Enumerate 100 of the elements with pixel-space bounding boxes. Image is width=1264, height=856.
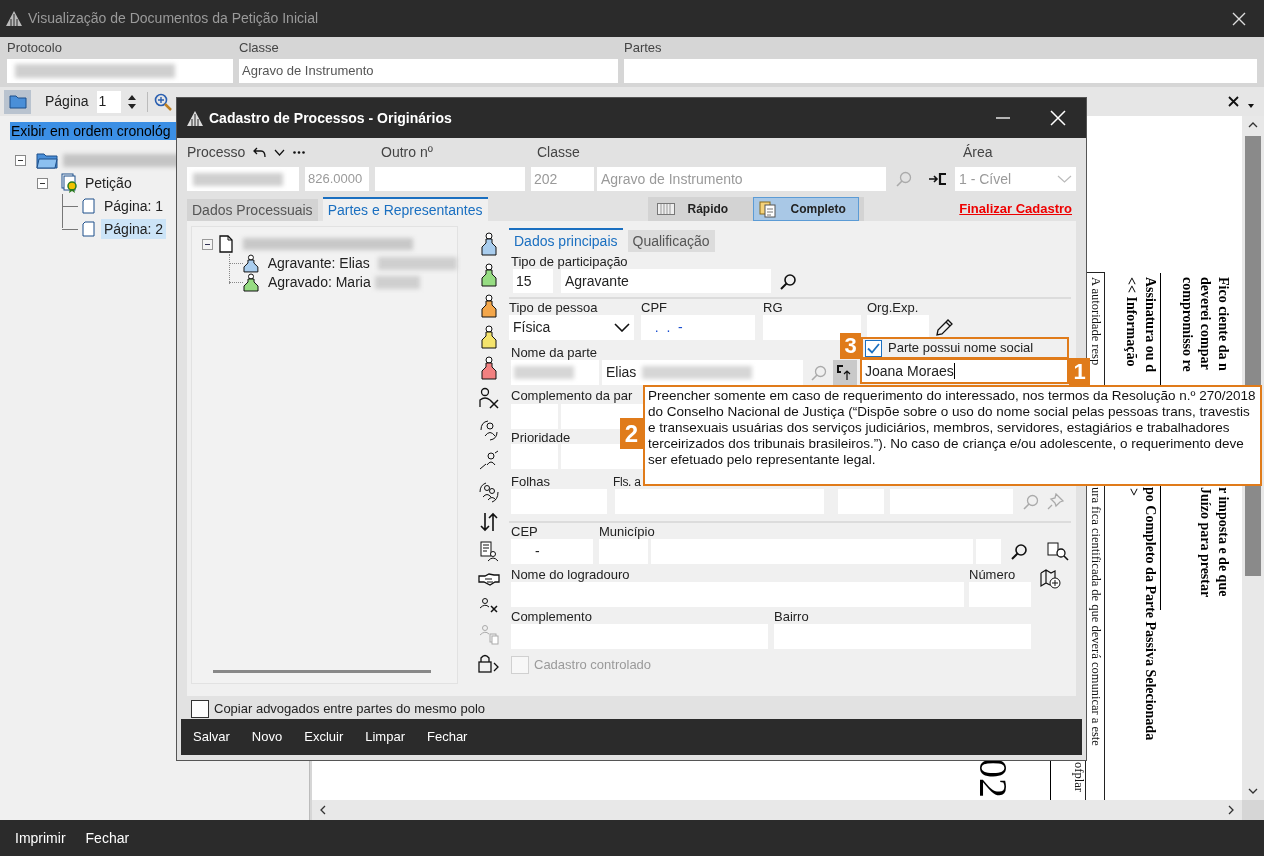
arrow-bracket-icon[interactable] — [929, 173, 947, 185]
scroll-down-icon[interactable] — [1248, 788, 1258, 794]
close-button[interactable]: Fechar — [85, 827, 130, 849]
search-icon[interactable] — [780, 272, 797, 290]
search-icon[interactable] — [1011, 543, 1028, 560]
document-text: ura fica cientificada de que deverá comunicar a este — [1088, 487, 1103, 746]
people-swap-icon[interactable] — [478, 418, 500, 442]
field-label: Município — [599, 522, 655, 541]
person-icon[interactable] — [481, 325, 497, 349]
complete-mode-button[interactable]: Completo — [752, 197, 859, 221]
checkbox-label: Copiar advogados entre partes do mesmo polo — [214, 700, 485, 719]
checkbox[interactable] — [865, 339, 882, 357]
name-code-field[interactable] — [511, 360, 599, 385]
field-label: Complemento da par — [511, 386, 633, 405]
tree-item[interactable]: Agravado: Maria — [268, 272, 371, 293]
bracket-arrow-icon — [837, 364, 853, 381]
scroll-up-icon[interactable] — [1248, 122, 1258, 128]
cpf-field[interactable]: . . - — [641, 315, 755, 340]
person-icon[interactable] — [481, 294, 497, 318]
more-icon[interactable] — [293, 151, 305, 154]
processo-field[interactable] — [187, 167, 299, 191]
participation-field[interactable]: Agravante — [561, 269, 771, 293]
quick-mode-button[interactable]: Rápido — [652, 198, 748, 220]
documents-icon — [758, 200, 777, 218]
document-text: Fico ciente da n — [1215, 277, 1232, 371]
tree-item[interactable]: Petição — [85, 172, 132, 194]
app-logo-icon — [6, 11, 22, 26]
protocolo-field[interactable] — [7, 59, 233, 83]
collapse-icon[interactable] — [15, 154, 26, 166]
subtab[interactable]: Qualificação — [627, 230, 715, 252]
field-label: Tipo de pessoa — [509, 298, 599, 317]
field-label: Org.Exp. — [867, 298, 919, 317]
document-text: A autoridade resp — [1088, 277, 1103, 366]
rg-field[interactable] — [763, 315, 861, 340]
document-search-icon[interactable] — [1047, 541, 1069, 562]
document-person-icon[interactable] — [479, 540, 499, 562]
bracket-arrow-button[interactable] — [833, 360, 857, 385]
dropdown-icon[interactable] — [1248, 103, 1254, 108]
scroll-left-icon[interactable] — [320, 805, 326, 815]
sort-arrows-icon[interactable] — [479, 511, 499, 533]
social-name-field[interactable]: Joana Moraes — [860, 358, 1069, 384]
collapse-icon[interactable] — [202, 238, 213, 250]
save-button[interactable]: Salvar — [193, 727, 230, 747]
document-text: << Informação — [1123, 277, 1140, 367]
tree-item[interactable]: Página: 1 — [101, 196, 167, 216]
app-logo-icon — [187, 110, 203, 126]
collapse-icon[interactable] — [37, 177, 48, 189]
person-icon[interactable] — [481, 232, 497, 256]
delete-button[interactable]: Excluir — [304, 727, 344, 747]
redacted-bar — [514, 366, 574, 379]
checkbox-label: Parte possui nome social — [888, 339, 1034, 358]
lock-arrow-icon[interactable] — [478, 652, 500, 674]
horizontal-scrollbar[interactable] — [312, 800, 1242, 820]
close-button[interactable]: Fechar — [427, 727, 468, 747]
classe-field[interactable]: Agravo de Instrumento — [239, 59, 618, 83]
window-title: Visualização de Documentos da Petição Inicial — [28, 9, 319, 28]
folder-button[interactable] — [4, 89, 31, 114]
name-field[interactable]: Elias — [602, 360, 803, 385]
field-label: Nome da parte — [511, 344, 597, 363]
grid-icon — [656, 203, 675, 215]
finalize-link[interactable]: Finalizar Cadastro — [959, 199, 1072, 219]
page-input[interactable]: 1 — [96, 90, 121, 113]
document-text: Assinatura ou d — [1142, 277, 1159, 372]
checkbox[interactable] — [191, 700, 209, 718]
tab[interactable]: Dados Processuais — [187, 199, 318, 221]
person-icon — [243, 273, 259, 292]
field-label: Classe — [537, 143, 581, 162]
chevron-down-icon[interactable] — [274, 149, 285, 156]
tooltip: Preencher somente em caso de requerimento do interessado, nos termos da Resolução n.º 270/2018 do Conselho Nacional de Justiça (“Dispõe sobre o uso do nome social pelas pessoas trans, travestis e transexuais usuárias dos serviços judiciários, membros, servidores, estagiários e trabalhadores terceirizados dos tribunais brasileiros.”). No caso de criança e/ou adolescente, o requerimento deve ser efetuado pelo representante legal. — [643, 385, 1262, 486]
scroll-thumb[interactable] — [213, 670, 431, 673]
page-label: Página — [45, 92, 89, 111]
field-label: RG — [763, 298, 784, 317]
map-add-icon[interactable] — [1040, 568, 1063, 589]
person-icon[interactable] — [481, 263, 497, 287]
person-type-select[interactable]: Física — [509, 315, 634, 340]
person-icon[interactable] — [481, 356, 497, 380]
tree-item[interactable]: Página: 2 — [101, 219, 167, 239]
chevron-down-icon — [1057, 175, 1072, 183]
person-remove-icon[interactable] — [478, 387, 500, 411]
tab[interactable]: Partes e Representantes — [322, 197, 488, 221]
undo-icon[interactable] — [253, 147, 266, 158]
document-icon — [219, 235, 233, 253]
pencil-icon[interactable] — [934, 317, 954, 338]
people-cycle-icon[interactable] — [478, 480, 500, 504]
zoom-in-icon[interactable] — [153, 92, 172, 111]
cep-field[interactable]: - — [511, 539, 593, 564]
clear-button[interactable]: Limpar — [365, 727, 405, 747]
code-field[interactable]: 15 — [513, 269, 553, 293]
outro-field[interactable] — [375, 167, 525, 191]
document-text: Juízo para prestar — [1197, 487, 1214, 598]
page-icon — [82, 198, 95, 214]
partes-field[interactable] — [624, 59, 1257, 83]
scroll-right-icon[interactable] — [1228, 805, 1234, 815]
subtab[interactable]: Dados principais — [509, 228, 623, 252]
document-text: ofplar — [1071, 762, 1086, 792]
print-button[interactable]: Imprimir — [15, 827, 66, 849]
tree-item[interactable]: Agravante: Elias — [267, 253, 370, 274]
field-label: Protocolo — [7, 40, 63, 56]
close-icon[interactable] — [1228, 96, 1239, 107]
new-button[interactable]: Novo — [251, 727, 283, 747]
